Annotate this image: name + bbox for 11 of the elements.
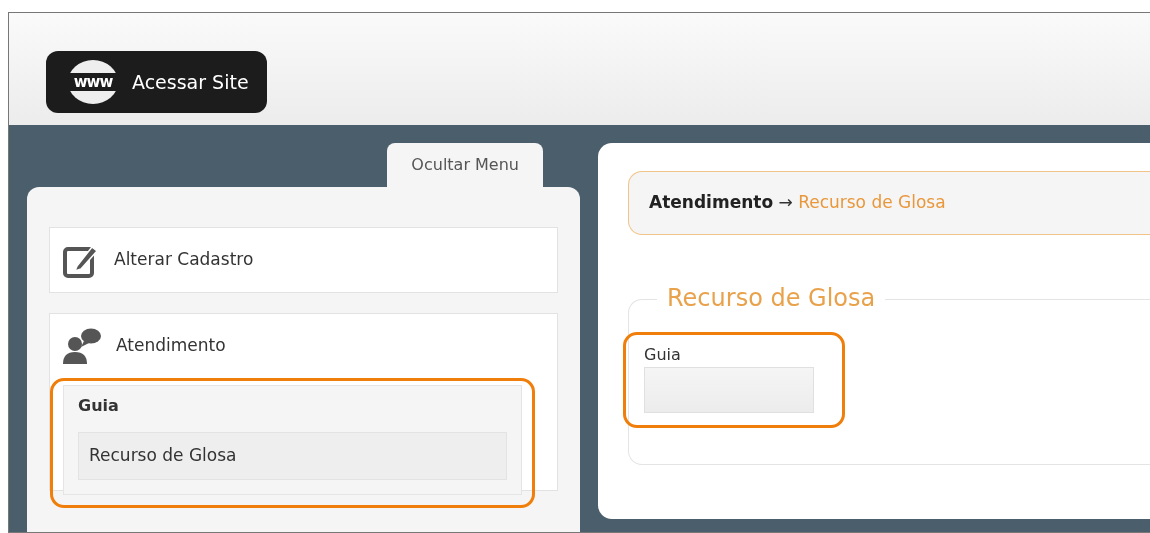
hide-menu-tab[interactable]: Ocultar Menu: [387, 143, 543, 187]
input-field[interactable]: [644, 366, 814, 413]
submenu-title: Guia: [78, 395, 120, 417]
sidebar-item[interactable]: Alterar Cadastro: [50, 228, 557, 292]
breadcrumb: Atendimento → Recurso de Glosa: [628, 171, 1150, 235]
site-button[interactable]: www Acessar Site: [46, 51, 267, 113]
sidebar-item[interactable]: Atendimento: [50, 314, 557, 378]
submenu-link[interactable]: Recurso de Glosa: [78, 432, 507, 480]
field-label: Guia: [644, 343, 682, 366]
person-speech-icon: [62, 327, 102, 365]
www-globe-icon: www: [68, 60, 118, 104]
